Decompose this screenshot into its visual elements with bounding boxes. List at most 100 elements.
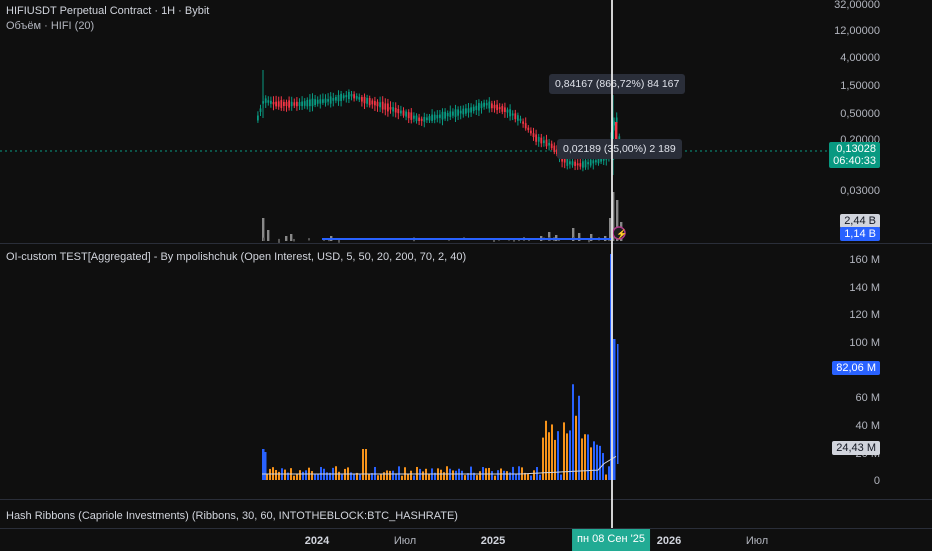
oi-bar	[581, 438, 583, 480]
candle-body	[501, 106, 504, 112]
candle-body	[290, 101, 293, 107]
candle-body	[569, 161, 571, 165]
candle-body	[337, 94, 340, 102]
oi-bar	[428, 473, 430, 480]
oi-bar	[542, 437, 544, 480]
y-tick: 0,03000	[840, 185, 880, 197]
candle-body	[311, 98, 314, 107]
oi-bar	[515, 474, 517, 480]
x-label: 2026	[656, 535, 682, 547]
candle-body	[506, 109, 509, 113]
hash-ribbons-title[interactable]: Hash Ribbons (Capriole Investments) (Rib…	[6, 510, 458, 522]
oi-chart-canvas[interactable]	[0, 244, 932, 499]
candle-body	[392, 107, 394, 112]
oi-bar	[557, 431, 559, 480]
oi-bar	[551, 424, 553, 480]
candle-body	[374, 101, 376, 106]
candle-body	[527, 127, 530, 131]
candle-body	[465, 108, 467, 114]
price-axis[interactable]: 32,00000 12,00000 4,00000 1,50000 0,5000…	[829, 0, 932, 243]
candle-body	[327, 99, 329, 102]
time-axis[interactable]: 2024 Июл 2025 Ию 2026 Июл пн 08 Сен '25	[0, 528, 932, 551]
candle-body	[467, 108, 470, 113]
candle-body	[324, 98, 327, 103]
candle-body	[267, 100, 270, 103]
candle-body	[574, 161, 576, 166]
oi-bar	[476, 475, 478, 480]
candle-body	[353, 94, 355, 99]
hash-ribbons-pane[interactable]: Hash Ribbons (Capriole Investments) (Rib…	[0, 500, 932, 528]
y-tick: 4,00000	[840, 52, 880, 64]
oi-bar	[503, 470, 505, 480]
oi-bar	[593, 441, 595, 480]
candle-body	[280, 100, 283, 108]
y-tick: 60 M	[855, 392, 880, 404]
candle-body	[389, 107, 392, 110]
oi-axis[interactable]: 160 M 140 M 120 M 100 M 60 M 40 M 20 M 0…	[832, 244, 932, 499]
candle-body	[410, 112, 413, 120]
candle-body	[493, 104, 496, 109]
oi-bar	[416, 466, 418, 480]
candle-body	[428, 116, 431, 121]
candle-body	[355, 95, 358, 99]
candle-body	[342, 95, 345, 99]
candle-body	[285, 101, 288, 107]
candle-body	[397, 108, 400, 114]
oi-ma-tag: 24,43 M	[832, 441, 880, 455]
price-chart-canvas[interactable]: ⚡	[0, 0, 932, 243]
candle-body	[449, 111, 452, 117]
candle-body	[259, 108, 262, 112]
candle-body	[332, 98, 335, 101]
oi-bar	[596, 444, 598, 480]
oi-pane[interactable]: OI-custom TEST[Aggregated] - By mpolishc…	[0, 244, 932, 499]
price-pane[interactable]: HIFIUSDT Perpetual Contract · 1H · Bybit…	[0, 0, 932, 243]
candle-body	[277, 101, 280, 107]
candle-body	[511, 113, 514, 116]
oi-bar	[608, 466, 610, 480]
candle-body	[470, 107, 472, 113]
oi-bar	[560, 474, 562, 480]
candle-body	[371, 100, 374, 105]
candle-body	[584, 160, 587, 168]
crosshair-date-label: пн 08 Сен '25	[572, 529, 650, 551]
volume-bar	[262, 218, 265, 241]
oi-bar	[422, 471, 424, 480]
candle-body	[426, 117, 428, 121]
oi-bar	[392, 470, 394, 480]
oi-bar	[341, 474, 343, 480]
oi-bar	[527, 473, 529, 480]
oi-bar	[569, 430, 571, 480]
oi-bar	[533, 470, 535, 480]
candle-body	[275, 101, 277, 107]
candle-body	[345, 95, 348, 98]
oi-bar	[317, 473, 319, 480]
y-tick: 160 M	[849, 254, 880, 266]
candle-body	[472, 106, 475, 112]
candle-body	[480, 103, 483, 109]
candle-body	[509, 109, 511, 117]
oi-bar	[284, 469, 286, 480]
oi-bar	[554, 439, 556, 480]
lightning-glyph: ⚡	[616, 228, 627, 240]
oi-bar	[599, 445, 601, 480]
candle-body	[446, 113, 449, 117]
volume-ma-tag: 1,14 B	[840, 227, 880, 241]
oi-bar	[443, 472, 445, 480]
candle-body	[329, 96, 332, 104]
oi-bar	[512, 466, 514, 480]
candle-body	[571, 161, 574, 166]
candle-body	[366, 97, 368, 104]
oi-bar	[314, 474, 316, 480]
volume-bar	[285, 236, 288, 241]
candle-body	[272, 102, 275, 105]
candle-body	[363, 96, 366, 104]
oi-bar	[296, 474, 298, 480]
candle-body	[319, 99, 322, 104]
candle-body	[478, 103, 480, 111]
candle-body	[407, 112, 410, 119]
oi-bar	[338, 471, 340, 480]
candle-body	[368, 97, 371, 106]
oi-bar	[530, 475, 532, 480]
tooltip-top: 0,84167 (866,72%) 84 167	[549, 74, 686, 94]
candle-body	[459, 110, 462, 114]
